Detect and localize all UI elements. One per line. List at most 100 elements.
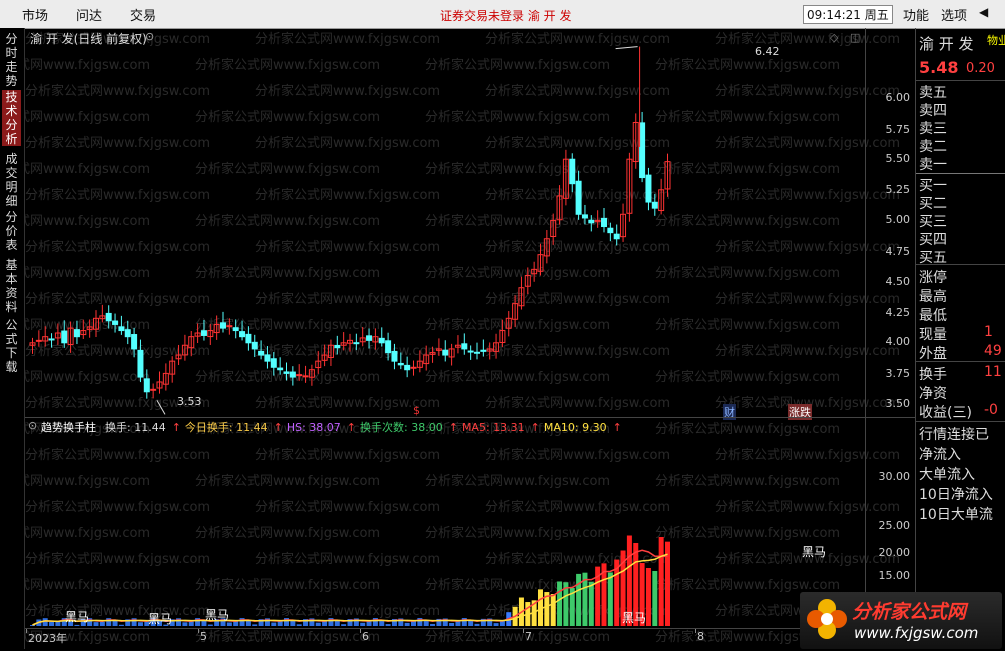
turnover-bar bbox=[474, 623, 480, 626]
candle-body bbox=[575, 180, 582, 215]
candle-body bbox=[480, 349, 487, 352]
low-pointer bbox=[156, 400, 166, 415]
turnover-bar bbox=[360, 622, 366, 626]
date-tick-mark bbox=[26, 629, 27, 633]
candle-body bbox=[61, 330, 68, 344]
sell-level: 卖二 bbox=[919, 139, 947, 155]
turnover-bar bbox=[296, 624, 302, 626]
candle-body bbox=[581, 214, 588, 219]
candle-body bbox=[467, 350, 474, 353]
high-price-label: 6.42 bbox=[755, 45, 780, 58]
candle-body bbox=[588, 219, 595, 224]
candle-body bbox=[105, 312, 112, 322]
turnover-bar bbox=[607, 572, 613, 626]
industry-tag[interactable]: 物业 bbox=[987, 32, 1005, 48]
price-axis: 6.00 5.75 5.50 5.25 5.00 4.75 4.50 4.25 4.00 3.75… bbox=[866, 0, 914, 420]
candle-body bbox=[391, 350, 398, 362]
turnover-bar bbox=[137, 622, 143, 626]
tab-trades[interactable]: 成交明细 bbox=[2, 152, 21, 208]
black-horse-tag: 黑马 bbox=[65, 610, 90, 624]
turnover-bar bbox=[55, 621, 61, 626]
candle-body bbox=[366, 335, 373, 341]
candle-body bbox=[442, 349, 449, 356]
turnover-bar bbox=[277, 621, 283, 626]
left-tabs: 分时走势 技术分析 成交明细 分价表 基本资料 公式下载 bbox=[0, 28, 25, 649]
extra-label-value: -0 bbox=[984, 402, 998, 418]
tab-intraday[interactable]: 分时走势 bbox=[2, 32, 21, 88]
date-tick-mark bbox=[360, 629, 361, 633]
date-tick-mark bbox=[198, 629, 199, 633]
turnover-bar bbox=[118, 624, 124, 626]
turnover-histogram[interactable] bbox=[25, 430, 865, 628]
marker-dollar[interactable]: $ bbox=[413, 404, 420, 417]
candle-body bbox=[601, 217, 607, 228]
candle-body bbox=[258, 350, 265, 356]
divider bbox=[916, 80, 1005, 81]
menu-market[interactable]: 市场 bbox=[22, 5, 48, 24]
flow-label: 10日大单流 bbox=[919, 507, 993, 523]
price-tick-label: 3.75 bbox=[885, 367, 911, 380]
tab-formula-download[interactable]: 公式下载 bbox=[2, 318, 21, 374]
black-horse-tag: 黑马 bbox=[148, 612, 173, 626]
price-change: 0.20 bbox=[966, 61, 995, 76]
candle-body bbox=[645, 174, 652, 203]
candle-body bbox=[385, 340, 392, 354]
candle-body bbox=[397, 362, 404, 366]
turnover-bar bbox=[576, 573, 582, 626]
top-menu-bar: 市场 问达 交易 证券交易未登录 渝 开 发 09:14:21 周五 功能 选项… bbox=[0, 0, 1005, 29]
candle-body bbox=[334, 344, 341, 349]
turnover-bar bbox=[74, 624, 80, 626]
flow-label: 10日净流入 bbox=[919, 487, 993, 503]
candle-body bbox=[124, 329, 131, 338]
candle-body bbox=[112, 320, 119, 325]
stat-label: 外盘 bbox=[919, 346, 947, 362]
menu-wenda[interactable]: 问达 bbox=[76, 5, 102, 24]
last-price: 5.48 bbox=[919, 58, 959, 77]
date-tick-label: 7 bbox=[525, 630, 532, 643]
flow-label: 行情连接已 bbox=[919, 427, 989, 443]
candle-body bbox=[48, 338, 55, 341]
sell-level: 卖五 bbox=[919, 85, 947, 101]
candle-body bbox=[378, 337, 385, 344]
flow-label: 大单流入 bbox=[919, 467, 975, 483]
candle-body bbox=[264, 354, 271, 362]
candle-body bbox=[239, 331, 246, 338]
price-tick-label: 4.75 bbox=[885, 245, 911, 258]
menu-trade[interactable]: 交易 bbox=[130, 5, 156, 24]
turnover-bar bbox=[49, 622, 55, 626]
login-notice[interactable]: 证券交易未登录 渝 开 发 bbox=[440, 7, 571, 24]
candle-body bbox=[73, 329, 80, 338]
turnover-bar bbox=[182, 622, 188, 626]
price-tick-label: 4.50 bbox=[885, 275, 911, 288]
sell-level: 卖四 bbox=[919, 103, 947, 119]
stat-label-value: 49 bbox=[984, 343, 1002, 359]
logo-url: www.fxjgsw.com bbox=[854, 624, 979, 642]
stat-label: 最低 bbox=[919, 308, 947, 324]
candle-body bbox=[226, 325, 233, 328]
turnover-bar bbox=[430, 623, 436, 626]
turnover-bar bbox=[404, 622, 410, 626]
candle-body bbox=[296, 374, 303, 377]
extra-label: 收益(三) bbox=[919, 405, 972, 421]
tab-fundamentals[interactable]: 基本资料 bbox=[2, 258, 21, 314]
menu-options[interactable]: 选项 bbox=[941, 5, 967, 24]
low-price-label: 3.53 bbox=[177, 395, 202, 408]
price-tick-label: 5.25 bbox=[885, 183, 911, 196]
buy-level: 买四 bbox=[919, 232, 947, 248]
sell-level: 卖一 bbox=[919, 157, 947, 173]
turnover-bar bbox=[30, 625, 35, 626]
tab-technical[interactable]: 技术分析 bbox=[2, 90, 21, 146]
candle-body bbox=[651, 201, 658, 209]
turnover-bar bbox=[42, 618, 48, 626]
site-logo: 分析家公式网 www.fxjgsw.com bbox=[800, 592, 1002, 649]
turnover-bar bbox=[207, 624, 213, 626]
turnover-bar bbox=[658, 537, 664, 626]
menu-collapse-icon[interactable]: ◀ bbox=[979, 5, 988, 19]
turnover-tick-label: 15.00 bbox=[878, 569, 911, 582]
turnover-bar bbox=[449, 622, 455, 626]
candlestick-chart[interactable] bbox=[25, 40, 865, 418]
stock-name: 渝 开 发 bbox=[919, 35, 974, 53]
candle-body bbox=[302, 375, 309, 378]
tab-price-table[interactable]: 分价表 bbox=[2, 210, 21, 252]
turnover-bar bbox=[341, 624, 347, 626]
